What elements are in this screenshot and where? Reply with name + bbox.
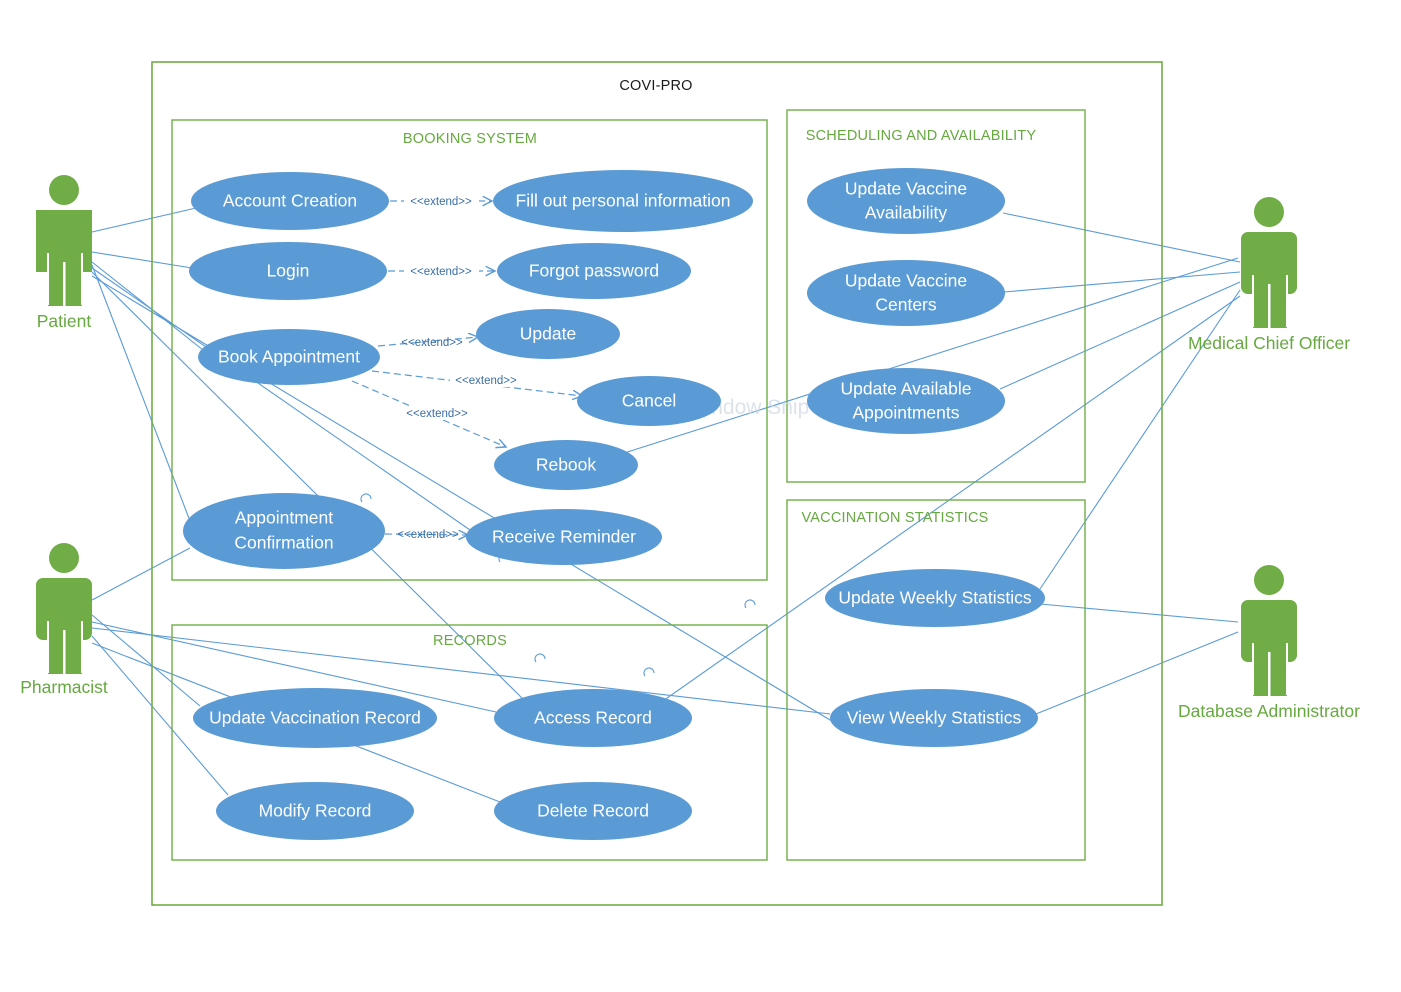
actor-database-administrator[interactable]: Database Administrator <box>1178 565 1360 721</box>
actor-leg-split <box>63 630 66 675</box>
actor-leg-gap-right <box>1286 275 1288 327</box>
actor-layer: Patient Pharmacist Medical Chief Officer <box>20 175 1360 721</box>
actor-leg-gap-right <box>81 253 83 305</box>
actor-pharmacist[interactable]: Pharmacist <box>20 543 108 697</box>
actor-label-patient: Patient <box>37 311 92 331</box>
actor-label-medical-chief-officer: Medical Chief Officer <box>1188 333 1350 353</box>
actor-leg-split <box>1268 652 1271 697</box>
actor-label-database-administrator: Database Administrator <box>1178 701 1360 721</box>
actor-leg-gap-left <box>47 621 49 673</box>
actor-leg-split <box>63 262 66 307</box>
actor-medical-chief-officer[interactable]: Medical Chief Officer <box>1188 197 1350 353</box>
actor-leg-gap-left <box>1252 643 1254 695</box>
actor-patient[interactable]: Patient <box>36 175 92 331</box>
actor-leg-gap-left <box>47 253 49 305</box>
actor-head-icon <box>49 543 79 573</box>
actor-head-icon <box>1254 565 1284 595</box>
actor-leg-gap-right <box>81 621 83 673</box>
actor-leg-gap-right <box>1286 643 1288 695</box>
actor-leg-gap-left <box>1252 275 1254 327</box>
use-case-diagram-canvas: COVI-PRO BOOKING SYSTEM SCHEDULING AND A… <box>0 0 1401 992</box>
actor-leg-split <box>1268 284 1271 329</box>
actor-head-icon <box>1254 197 1284 227</box>
actor-head-icon <box>49 175 79 205</box>
actor-label-pharmacist: Pharmacist <box>20 677 108 697</box>
